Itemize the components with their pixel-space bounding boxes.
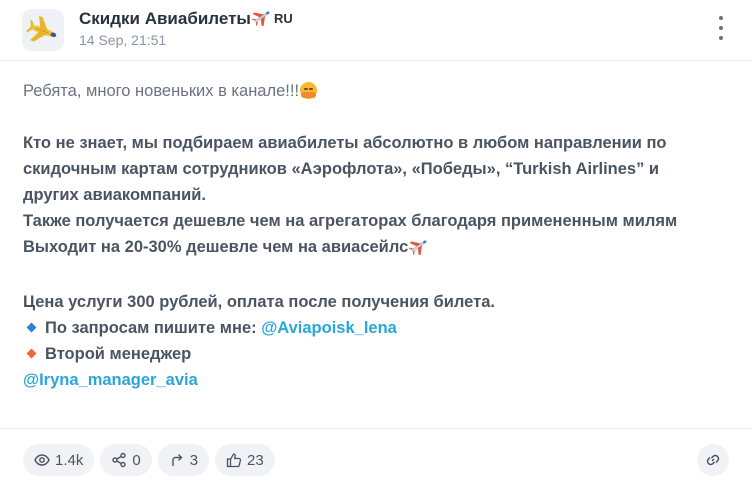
likes-counter[interactable]: 23: [215, 444, 275, 476]
post-paragraph-line: скидочным картам сотрудников «Аэрофлота»…: [23, 160, 660, 178]
channel-avatar[interactable]: [22, 9, 64, 51]
request-link[interactable]: @Aviapoisk_lena: [261, 319, 397, 337]
post-intro-text: Ребята, много новеньких в канале!!!: [23, 82, 300, 100]
post-paragraph-line: других авиакомпаний.: [23, 186, 207, 204]
eye-icon: [34, 454, 50, 466]
request-label: По запросам пишите мне:: [45, 319, 257, 337]
channel-title-suffix: RU: [273, 11, 293, 26]
second-manager-label: Второй менеджер: [45, 345, 192, 363]
airplane-emoji-icon: [408, 237, 429, 263]
channel-title[interactable]: Скидки Авиабилеты RU: [79, 8, 293, 31]
more-options-icon[interactable]: [716, 16, 726, 40]
footer-divider: [0, 428, 752, 429]
views-counter[interactable]: 1.4k: [23, 444, 95, 476]
views-count: 1.4k: [55, 451, 84, 469]
likes-count: 23: [247, 451, 264, 469]
airplane-emoji-icon: [251, 8, 272, 31]
airplane-icon: [25, 15, 57, 42]
hugging-face-icon: [300, 82, 318, 99]
post-card: Скидки Авиабилеты RU 14 Sep, 21:51 Ребята…: [0, 0, 752, 485]
copy-link-button[interactable]: [697, 444, 729, 476]
second-manager-line: Второй менеджер: [23, 341, 733, 367]
forwards-counter[interactable]: 3: [157, 444, 210, 476]
post-price: Цена услуги 300 рублей, оплата после пол…: [23, 293, 495, 311]
header-divider: [0, 60, 752, 61]
request-line: По запросам пишите мне: @Aviapoisk_lena: [23, 315, 733, 341]
post-paragraph-line: Кто не знает, мы подбираем авиабилеты аб…: [23, 134, 667, 152]
post-stats: 1.4k 0 3 23: [23, 444, 275, 476]
orange-diamond-icon: [26, 348, 37, 359]
second-manager-link[interactable]: @Iryna_manager_avia: [23, 367, 733, 393]
post-paragraph-line-last: Выходит на 20-30% дешевле чем на авиасей…: [23, 234, 733, 263]
post-paragraph-line: Также получается дешевле чем на агрегато…: [23, 212, 678, 230]
post-body: Ребята, много новеньких в канале!!! Кто …: [23, 78, 733, 393]
blue-diamond-icon: [26, 322, 37, 333]
link-icon: [706, 454, 720, 466]
share-icon: [112, 452, 127, 468]
post-timestamp[interactable]: 14 Sep, 21:51: [79, 32, 166, 48]
channel-title-text: Скидки Авиабилеты: [79, 9, 251, 28]
shares-count: 0: [132, 451, 141, 469]
post-header: Скидки Авиабилеты RU 14 Sep, 21:51: [22, 5, 734, 53]
post-intro: Ребята, много новеньких в канале!!!: [23, 78, 733, 104]
shares-counter[interactable]: 0: [100, 444, 152, 476]
post-paragraph-line-text: Выходит на 20-30% дешевле чем на авиасей…: [23, 238, 409, 256]
thumbs-up-icon: [226, 453, 242, 468]
forward-arrow-icon: [172, 454, 183, 466]
forwards-count: 3: [189, 451, 199, 469]
